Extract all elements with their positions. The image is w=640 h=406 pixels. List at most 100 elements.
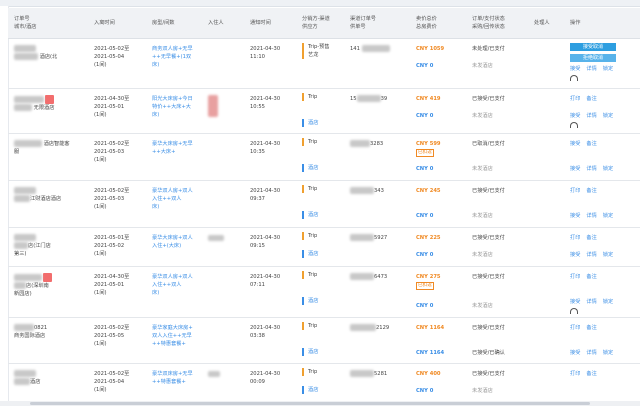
reject-cancel-button[interactable]: 拒绝取消	[570, 54, 616, 62]
hotel-name: 无限酒店	[33, 105, 55, 111]
print-link[interactable]: 打印	[570, 96, 580, 102]
accept-link[interactable]: 接受	[570, 213, 580, 219]
col-room-type[interactable]: 房型/间数	[146, 8, 202, 39]
accept-link[interactable]: 接受	[570, 113, 580, 119]
accept-link[interactable]: 接受	[570, 66, 580, 72]
room-count: (1间)	[94, 62, 107, 68]
col-channel[interactable]: 分销方-渠道 供应方	[296, 8, 344, 39]
table-row[interactable]: 无限酒店 2021-04-30至 2021-05-01 (1间) 阳光大床房+今日…	[8, 88, 640, 134]
scrollbar-thumb[interactable]	[30, 402, 590, 405]
note-link[interactable]: 备注	[586, 141, 596, 147]
table-row[interactable]: 江财酒店酒店 2021-05-02至 2021-05-03 (1间) 豪华双人房+…	[8, 180, 640, 228]
supplier-label: 酒店	[302, 348, 342, 356]
sell-price: CNY 1059	[416, 46, 445, 52]
notify-time: 2021-04-30 10:35	[250, 141, 281, 155]
col-channel-order[interactable]: 渠道订单号 供单号	[344, 8, 410, 39]
detail-link[interactable]: 详情	[586, 166, 596, 172]
accept-link[interactable]: 接受	[570, 141, 580, 147]
room-type-link[interactable]: 豪华家庭大床房+ 双人入住++无早 ++特惠套餐+	[152, 318, 200, 348]
print-link[interactable]: 打印	[570, 188, 580, 194]
print-link[interactable]: 打印	[570, 371, 580, 377]
detail-link[interactable]: 详情	[586, 252, 596, 258]
accept-link[interactable]: 接受	[570, 166, 580, 172]
top-strip	[0, 0, 640, 7]
room-count: (1间)	[94, 387, 107, 393]
redacted-text	[356, 95, 381, 102]
room-type-link[interactable]: 豪华双人房+双人 入住++双人 床)	[152, 181, 200, 211]
table-row[interactable]: 酒店智能客 服 2021-05-02至 2021-05-03 (1间) 豪华大床房…	[8, 133, 640, 181]
note-link[interactable]: 备注	[586, 235, 596, 241]
room-type-link[interactable]: 豪华双人房+双人 入住++双人 床)	[152, 267, 200, 297]
col-handler[interactable]: 处理人	[528, 8, 564, 39]
redacted-text	[208, 370, 220, 377]
lock-link[interactable]: 锁定	[603, 213, 613, 219]
redacted-text	[14, 104, 32, 111]
print-link[interactable]: 打印	[570, 325, 580, 331]
note-link[interactable]: 备注	[586, 188, 596, 194]
table-header: 订单号 城市/酒店 入离时间 房型/间数 入住人 通知时间 分销方-渠道 供应方…	[8, 8, 640, 39]
headset-icon[interactable]	[570, 75, 578, 81]
table-row[interactable]: 店(深圳南 新园店) 2021-04-30至 2021-05-01 (1间) 豪华…	[8, 266, 640, 318]
table-row[interactable]: 酒店(北 2021-05-02至 2021-05-04 (1间) 商务双人房+无早…	[8, 38, 640, 89]
room-type-link[interactable]: 商务双人房+无早 ++无早餐+(1双 床)	[152, 39, 200, 69]
room-count: (1间)	[94, 204, 107, 210]
detail-link[interactable]: 详情	[586, 299, 596, 305]
table-row[interactable]: 0821 商务国际酒店 2021-05-02至 2021-05-05 (1间) 豪…	[8, 317, 640, 364]
detail-link[interactable]: 详情	[586, 213, 596, 219]
stay-dates: 2021-05-01至 2021-05-02	[94, 235, 130, 249]
col-price[interactable]: 卖价总价 总房费价	[410, 8, 466, 39]
stay-dates: 2021-04-30至 2021-05-01	[94, 96, 130, 110]
room-type-link[interactable]: 豪华大床房+双人 入住+(大床)	[152, 228, 200, 250]
lock-link[interactable]: 锁定	[603, 350, 613, 356]
accept-link[interactable]: 接受	[570, 252, 580, 258]
channel-label: Trip	[302, 368, 342, 376]
table-row[interactable]: 酒店 2021-05-02至 2021-05-04 (1间) 豪华双床房+无早 +…	[8, 363, 640, 405]
accept-link[interactable]: 接受	[570, 350, 580, 356]
notify-time: 2021-04-30 09:15	[250, 235, 281, 249]
accept-cancel-button[interactable]: 接受取消	[570, 43, 616, 51]
headset-icon[interactable]	[570, 308, 578, 314]
cost-price: CNY 0	[416, 303, 434, 309]
note-link[interactable]: 备注	[586, 325, 596, 331]
cost-price: CNY 0	[416, 252, 434, 258]
redacted-text	[350, 234, 374, 241]
sell-price: CNY 225	[416, 235, 441, 241]
redacted-text	[14, 370, 36, 377]
stay-dates: 2021-05-02至 2021-05-05	[94, 325, 130, 339]
note-link[interactable]: 备注	[586, 274, 596, 280]
detail-link[interactable]: 详情	[586, 350, 596, 356]
channel-order-no: 15	[350, 96, 357, 102]
room-type-link[interactable]: 豪华双床房+无早 ++特惠套餐+	[152, 364, 200, 386]
col-checkin[interactable]: 入离时间	[88, 8, 146, 39]
accept-link[interactable]: 接受	[570, 299, 580, 305]
lock-link[interactable]: 锁定	[603, 252, 613, 258]
detail-link[interactable]: 详情	[586, 113, 596, 119]
redacted-text	[14, 195, 30, 202]
print-link[interactable]: 打印	[570, 235, 580, 241]
channel-label: Trip	[302, 93, 342, 101]
col-status[interactable]: 订单/支付状态 采购/回传状态	[466, 8, 528, 39]
table-row[interactable]: 店(江门店 第三) 2021-05-01至 2021-05-02 (1间) 豪华大…	[8, 227, 640, 267]
col-ops[interactable]: 操作	[564, 8, 640, 39]
note-link[interactable]: 备注	[586, 371, 596, 377]
channel-order-no: 141	[350, 46, 360, 52]
room-type-link[interactable]: 豪华大床房+无早 ++大床+	[152, 134, 200, 156]
lock-link[interactable]: 锁定	[603, 66, 613, 72]
lock-link[interactable]: 锁定	[603, 299, 613, 305]
order-status: 未处理/已支付	[472, 46, 505, 52]
redacted-text	[350, 370, 374, 377]
col-guest[interactable]: 入住人	[202, 8, 244, 39]
headset-icon[interactable]	[570, 122, 578, 128]
lock-link[interactable]: 锁定	[603, 113, 613, 119]
lock-link[interactable]: 锁定	[603, 166, 613, 172]
note-link[interactable]: 备注	[586, 96, 596, 102]
room-type-link[interactable]: 阳光大床房+今日 特价++大床+大 床)	[152, 89, 200, 119]
print-link[interactable]: 打印	[570, 274, 580, 280]
col-order-city[interactable]: 订单号 城市/酒店	[8, 8, 88, 39]
orders-table: 订单号 城市/酒店 入离时间 房型/间数 入住人 通知时间 分销方-渠道 供应方…	[8, 8, 640, 405]
redacted-text	[350, 187, 374, 194]
redacted-text	[14, 45, 36, 52]
detail-link[interactable]: 详情	[586, 66, 596, 72]
col-notify-time[interactable]: 通知时间	[244, 8, 296, 39]
sell-price: CNY 275	[416, 274, 441, 280]
